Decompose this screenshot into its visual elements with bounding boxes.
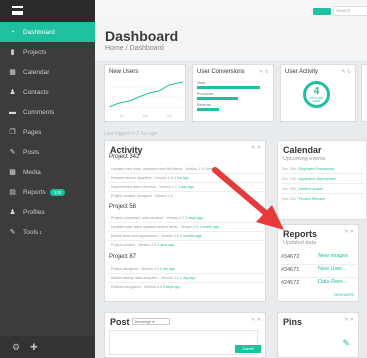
annotation-arrow [212,167,284,230]
